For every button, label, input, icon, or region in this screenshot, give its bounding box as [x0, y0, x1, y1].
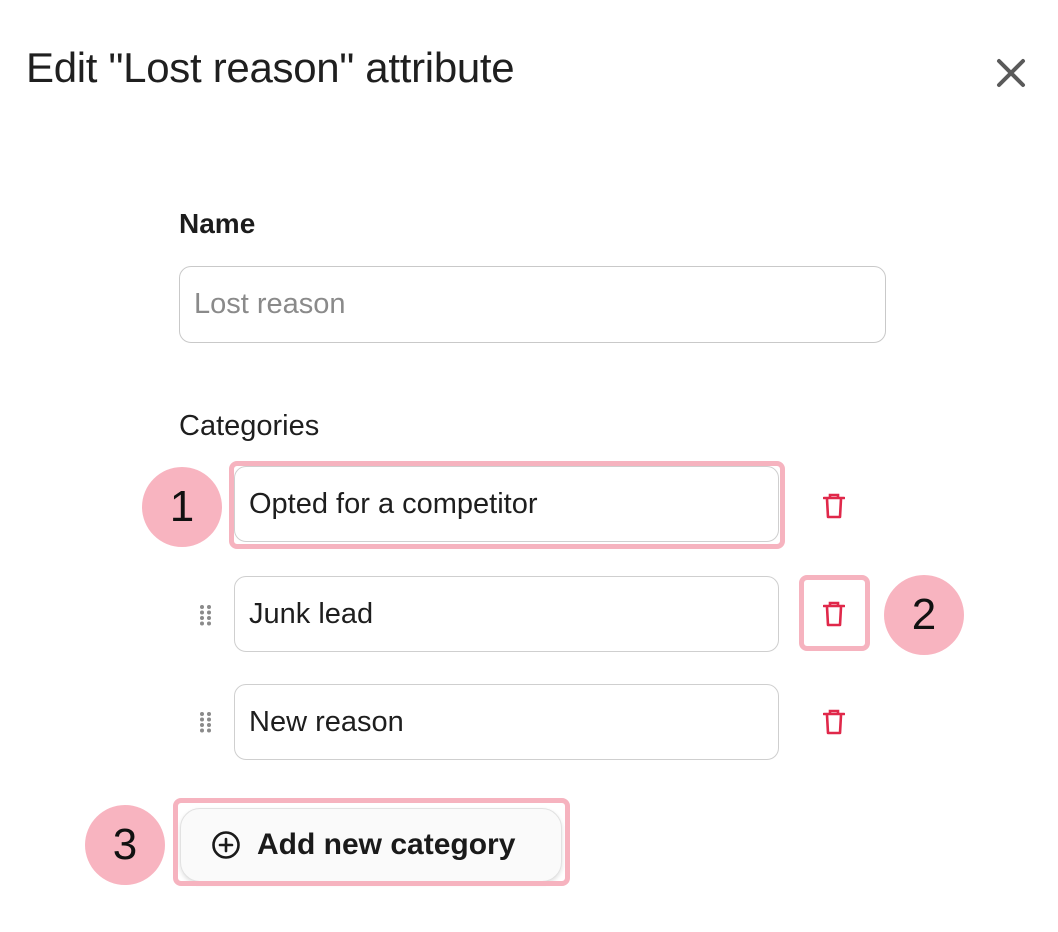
annotation-marker-2: 2 [884, 575, 964, 655]
trash-icon [823, 601, 845, 627]
categories-label: Categories [179, 410, 320, 442]
close-button[interactable] [990, 52, 1032, 94]
trash-icon [823, 709, 845, 735]
drag-handle-icon[interactable] [199, 604, 213, 626]
plus-circle-icon [212, 831, 240, 859]
category-input-3[interactable] [234, 684, 779, 760]
delete-category-button-3[interactable] [812, 700, 856, 744]
close-icon [997, 59, 1025, 87]
annotation-marker-3: 3 [85, 805, 165, 885]
delete-category-button-1[interactable] [812, 484, 856, 528]
trash-icon [823, 493, 845, 519]
dialog-title: Edit "Lost reason" attribute [26, 44, 515, 91]
annotation-marker-1: 1 [142, 467, 222, 547]
name-input[interactable] [179, 266, 886, 343]
category-input-2[interactable] [234, 576, 779, 652]
add-category-button[interactable]: Add new category [180, 808, 562, 882]
category-input-1[interactable] [234, 466, 779, 542]
add-category-label: Add new category [257, 828, 516, 861]
delete-category-button-2[interactable] [812, 592, 856, 636]
name-label: Name [179, 208, 256, 239]
drag-handle-icon[interactable] [199, 711, 213, 733]
